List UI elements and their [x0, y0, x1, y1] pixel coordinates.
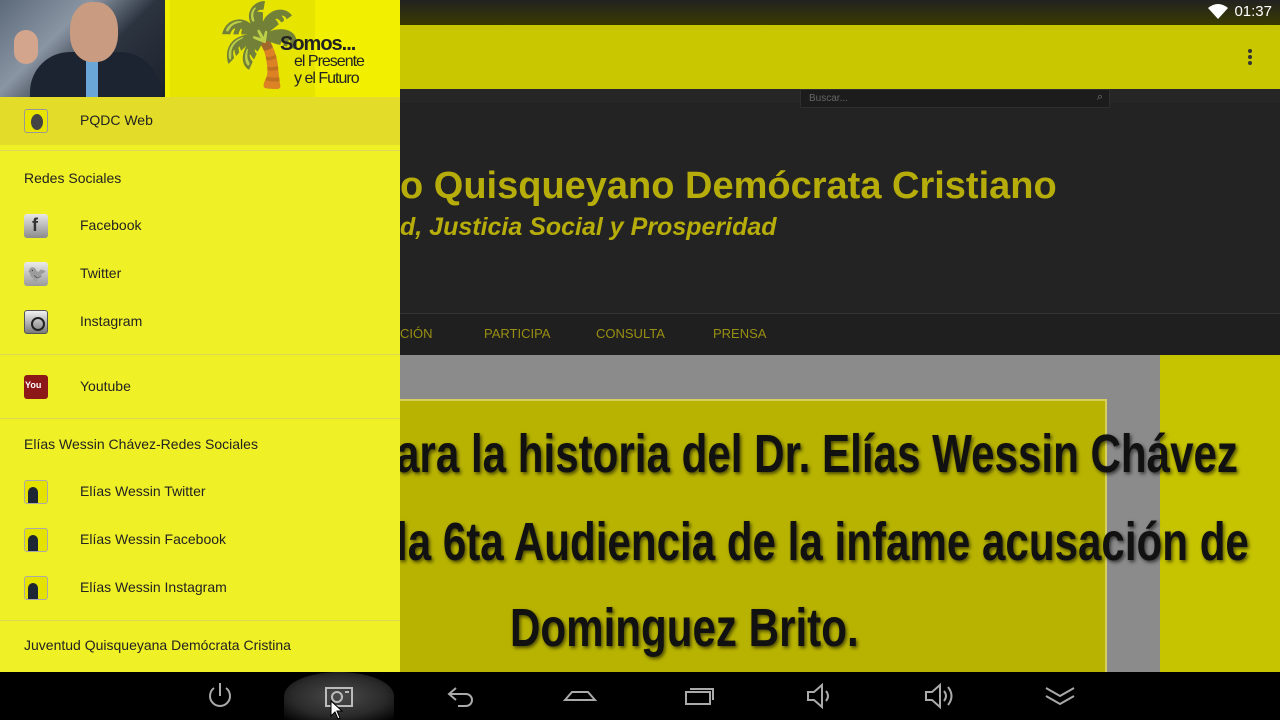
- youtube-icon: [24, 375, 48, 399]
- elias-wessin-avatar-icon: [24, 528, 48, 552]
- power-icon: [209, 683, 231, 707]
- site-search-input[interactable]: Buscar... ⌕: [800, 89, 1110, 108]
- banner-line-3: Dominguez Brito.: [510, 598, 859, 658]
- banner-line-2: la 6ta Audiencia de la infame acusación …: [396, 512, 1249, 572]
- wifi-icon: [1208, 3, 1229, 19]
- back-button[interactable]: [405, 672, 515, 720]
- drawer-item-label: Instagram: [80, 313, 143, 329]
- site-tagline: d, Justicia Social y Prosperidad: [400, 213, 777, 241]
- collapse-button[interactable]: [1005, 672, 1115, 720]
- elias-wessin-avatar-icon: [24, 576, 48, 600]
- drawer-item-elias-twitter[interactable]: Elías Wessin Twitter: [0, 468, 400, 516]
- drawer-item-label: Twitter: [80, 265, 122, 281]
- instagram-icon: [24, 310, 48, 334]
- drawer-divider: [0, 150, 400, 151]
- drawer-header-banner: 🌴 Somos... el Presente y el Futuro: [0, 0, 400, 97]
- section-title-elias-wessin: Elías Wessin Chávez-Redes Sociales: [24, 436, 258, 452]
- drawer-item-twitter[interactable]: Twitter: [0, 250, 400, 298]
- back-icon: [447, 687, 473, 707]
- drawer-item-label: Facebook: [80, 217, 142, 233]
- mouse-cursor-icon: [330, 700, 344, 720]
- volume-down-icon: [807, 682, 829, 710]
- collapse-icon: [1045, 687, 1075, 706]
- drawer-item-elias-instagram[interactable]: Elías Wessin Instagram: [0, 564, 400, 612]
- drawer-item-label: Elías Wessin Instagram: [80, 579, 227, 595]
- slogan-line-2: el Presente: [294, 53, 365, 70]
- site-title: o Quisqueyano Demócrata Cristiano: [400, 165, 1057, 207]
- slogan-line-1: Somos...: [280, 33, 356, 55]
- drawer-divider: [0, 620, 400, 621]
- politician-photo: [0, 0, 165, 97]
- volume-up-icon: [925, 682, 953, 710]
- banner-line-1: ara la historia del Dr. Elías Wessin Chá…: [396, 424, 1238, 484]
- section-title-redes-sociales: Redes Sociales: [24, 170, 122, 186]
- nav-link-prensa[interactable]: PRENSA: [713, 326, 766, 341]
- system-nav-bar: [0, 672, 1280, 720]
- pqdc-logo-icon: [24, 109, 48, 133]
- volume-up-button[interactable]: [885, 672, 995, 720]
- elias-wessin-avatar-icon: [24, 480, 48, 504]
- drawer-divider: [0, 418, 400, 419]
- navigation-drawer: 🌴 Somos... el Presente y el Futuro PQDC …: [0, 0, 400, 672]
- android-screen: o Quisqueyano Demócrata Cristiano d, Jus…: [0, 0, 1280, 720]
- recents-icon: [685, 688, 714, 705]
- nav-link-partial[interactable]: CIÓN: [400, 326, 433, 341]
- drawer-item-pqdc-web[interactable]: PQDC Web: [0, 97, 400, 145]
- power-button[interactable]: [165, 672, 275, 720]
- drawer-item-facebook[interactable]: Facebook: [0, 202, 400, 250]
- section-title-juventud: Juventud Quisqueyana Demócrata Cristina: [24, 637, 291, 653]
- drawer-divider: [0, 354, 400, 355]
- twitter-icon: [24, 262, 48, 286]
- nav-link-participa[interactable]: PARTICIPA: [484, 326, 550, 341]
- slogan-line-3: y el Futuro: [294, 70, 360, 87]
- drawer-item-label: Elías Wessin Twitter: [80, 483, 206, 499]
- home-icon: [562, 691, 598, 701]
- recents-button[interactable]: [645, 672, 755, 720]
- drawer-item-instagram[interactable]: Instagram: [0, 298, 400, 346]
- drawer-item-label: PQDC Web: [80, 112, 153, 128]
- drawer-item-label: Elías Wessin Facebook: [80, 531, 227, 547]
- drawer-item-elias-facebook[interactable]: Elías Wessin Facebook: [0, 516, 400, 564]
- drawer-item-youtube[interactable]: Youtube: [0, 363, 400, 411]
- news-banner[interactable]: ara la historia del Dr. Elías Wessin Chá…: [360, 399, 1249, 672]
- search-icon[interactable]: ⌕: [1097, 91, 1103, 104]
- status-time: 01:37: [1234, 3, 1272, 20]
- header-slogan: Somos... el Presente y el Futuro: [280, 33, 400, 87]
- nav-link-consulta[interactable]: CONSULTA: [596, 326, 665, 341]
- search-placeholder: Buscar...: [809, 93, 848, 104]
- facebook-icon: [24, 214, 48, 238]
- overflow-menu-icon[interactable]: [1240, 45, 1260, 69]
- volume-down-button[interactable]: [765, 672, 875, 720]
- drawer-item-label: Youtube: [80, 378, 131, 394]
- home-button[interactable]: [525, 672, 635, 720]
